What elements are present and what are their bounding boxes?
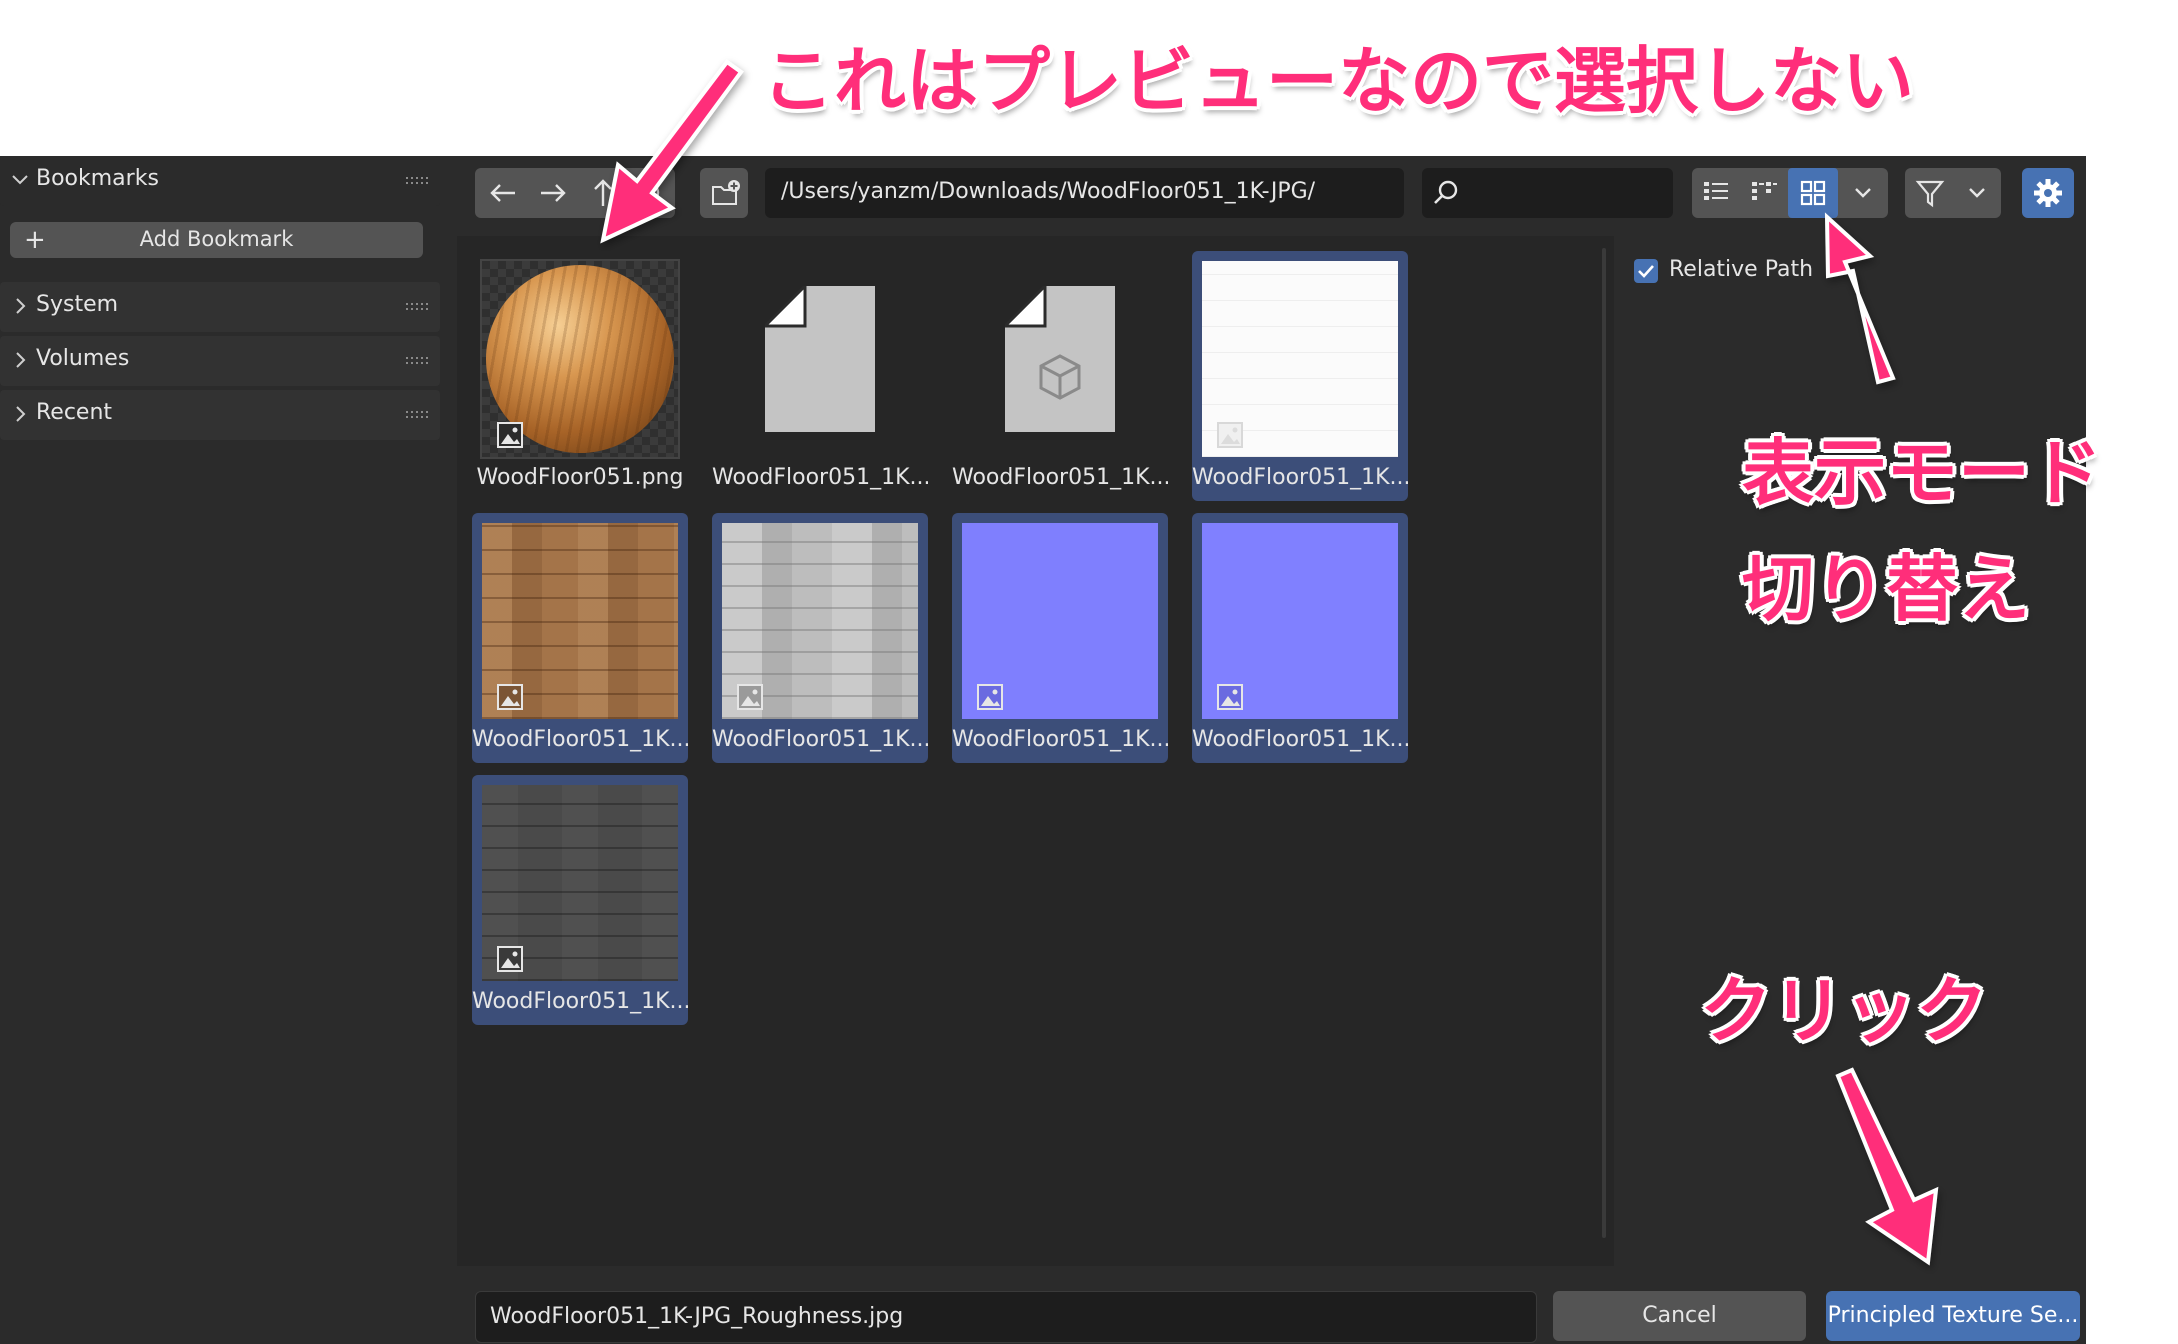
chevron-right-icon xyxy=(16,352,26,368)
relative-path-checkbox[interactable] xyxy=(1634,259,1658,283)
confirm-button[interactable]: Principled Texture Se... xyxy=(1826,1291,2080,1341)
file-tile[interactable]: WoodFloor051_1K... xyxy=(952,251,1168,501)
vertical-list-mode-button[interactable] xyxy=(1692,168,1740,218)
filename-text: WoodFloor051_1K-JPG_Roughness.jpg xyxy=(490,1304,904,1329)
document-icon xyxy=(765,286,875,432)
gear-icon xyxy=(2034,179,2062,207)
preview-note: これはプレビューなので選択しない xyxy=(762,39,1915,123)
3d-file-icon xyxy=(1005,286,1115,432)
image-file-icon xyxy=(977,684,1003,710)
gray-light-thumbnail xyxy=(722,523,918,719)
file-name: WoodFloor051_1K... xyxy=(1192,727,1408,752)
drag-grip-icon[interactable] xyxy=(406,411,428,419)
file-name: WoodFloor051_1K... xyxy=(952,465,1168,490)
file-tile[interactable]: WoodFloor051_1K... xyxy=(952,513,1168,763)
vertical-list-icon xyxy=(1704,182,1728,200)
confirm-label: Principled Texture Se... xyxy=(1827,1303,2079,1328)
file-name: WoodFloor051_1K... xyxy=(472,727,688,752)
toolbar: /Users/yanzm/Downloads/WoodFloor051_1K-J… xyxy=(0,156,2086,236)
wood-color-thumbnail xyxy=(482,523,678,719)
image-file-icon xyxy=(497,946,523,972)
horizontal-list-icon xyxy=(1752,182,1777,200)
new-folder-button[interactable] xyxy=(700,168,748,218)
funnel-icon xyxy=(1915,180,1945,208)
normal-map-thumbnail xyxy=(1202,523,1398,719)
bottom-bar: WoodFloor051_1K-JPG_Roughness.jpg Cancel… xyxy=(0,1276,2086,1344)
file-name: WoodFloor051_1K... xyxy=(712,465,928,490)
volumes-label: Volumes xyxy=(36,346,130,371)
file-tile[interactable]: WoodFloor051_1K... xyxy=(712,513,928,763)
display-mode-note-line1: 表示モード xyxy=(1742,431,2103,515)
filter-dropdown[interactable] xyxy=(1953,168,2001,218)
file-browser-window: Bookmarks + Add Bookmark System Volumes … xyxy=(0,156,2086,1344)
image-file-icon xyxy=(1217,684,1243,710)
file-tile[interactable]: WoodFloor051_1K... xyxy=(472,775,688,1025)
file-tile[interactable]: WoodFloor051_1K... xyxy=(472,513,688,763)
file-name: WoodFloor051.png xyxy=(476,465,684,490)
image-file-icon xyxy=(497,422,523,448)
chevron-down-icon xyxy=(1969,188,1985,198)
search-icon xyxy=(1434,180,1458,204)
cancel-button[interactable]: Cancel xyxy=(1553,1291,1806,1341)
display-mode-note-line2: 切り替え xyxy=(1742,547,2031,631)
filter-group xyxy=(1905,168,2001,218)
file-tile[interactable]: WoodFloor051.png xyxy=(472,251,688,501)
image-file-icon xyxy=(1217,422,1243,448)
recent-panel-header[interactable]: Recent xyxy=(0,390,440,440)
sidebar: Bookmarks + Add Bookmark System Volumes … xyxy=(0,156,440,1344)
system-label: System xyxy=(36,292,119,317)
refresh-icon[interactable] xyxy=(635,180,663,206)
relative-path-label: Relative Path xyxy=(1669,257,1814,282)
system-panel-header[interactable]: System xyxy=(0,282,440,332)
scrollbar[interactable] xyxy=(1602,248,1606,1238)
filter-toggle-button[interactable] xyxy=(1905,168,1953,218)
chevron-down-icon xyxy=(1855,188,1871,198)
click-note: クリック xyxy=(1700,969,1989,1053)
file-tile[interactable]: WoodFloor051_1K... xyxy=(1192,251,1408,501)
checkmark-icon xyxy=(1638,265,1654,278)
recent-label: Recent xyxy=(36,400,113,425)
sphere-preview-thumbnail xyxy=(480,259,680,459)
search-input[interactable] xyxy=(1422,168,1673,218)
settings-button[interactable] xyxy=(2022,168,2074,218)
chevron-right-icon xyxy=(16,406,26,422)
file-name: WoodFloor051_1K... xyxy=(472,989,688,1014)
new-folder-icon xyxy=(712,180,740,205)
volumes-panel-header[interactable]: Volumes xyxy=(0,336,440,386)
drag-grip-icon[interactable] xyxy=(406,303,428,311)
chevron-right-icon xyxy=(16,298,26,314)
normal-map-thumbnail xyxy=(962,523,1158,719)
filename-field[interactable]: WoodFloor051_1K-JPG_Roughness.jpg xyxy=(475,1291,1537,1343)
back-arrow-icon[interactable] xyxy=(489,180,517,206)
image-file-icon xyxy=(497,684,523,710)
directory-path-field[interactable]: /Users/yanzm/Downloads/WoodFloor051_1K-J… xyxy=(765,168,1404,218)
cancel-label: Cancel xyxy=(1642,1303,1717,1328)
file-grid-area: WoodFloor051.png WoodFloor051_1K... Wood… xyxy=(457,236,1614,1266)
file-tile[interactable]: WoodFloor051_1K... xyxy=(712,251,928,501)
horizontal-list-mode-button[interactable] xyxy=(1740,168,1788,218)
display-mode-group xyxy=(1692,168,1888,218)
image-file-icon xyxy=(737,684,763,710)
directory-path-text: /Users/yanzm/Downloads/WoodFloor051_1K-J… xyxy=(781,179,1316,204)
file-tile[interactable]: WoodFloor051_1K... xyxy=(1192,513,1408,763)
drag-grip-icon[interactable] xyxy=(406,357,428,365)
display-size-dropdown[interactable] xyxy=(1838,168,1888,218)
nav-button-group xyxy=(475,168,675,218)
thumbnail-grid-icon xyxy=(1800,180,1826,206)
forward-arrow-icon[interactable] xyxy=(539,180,567,206)
file-name: WoodFloor051_1K... xyxy=(952,727,1168,752)
file-name: WoodFloor051_1K... xyxy=(712,727,928,752)
file-name: WoodFloor051_1K... xyxy=(1192,465,1408,490)
gray-dark-thumbnail xyxy=(482,785,678,981)
options-panel: Relative Path xyxy=(1617,236,2086,1266)
parent-directory-icon[interactable] xyxy=(589,178,617,208)
white-texture-thumbnail xyxy=(1202,261,1398,457)
thumbnail-mode-button[interactable] xyxy=(1788,168,1838,218)
